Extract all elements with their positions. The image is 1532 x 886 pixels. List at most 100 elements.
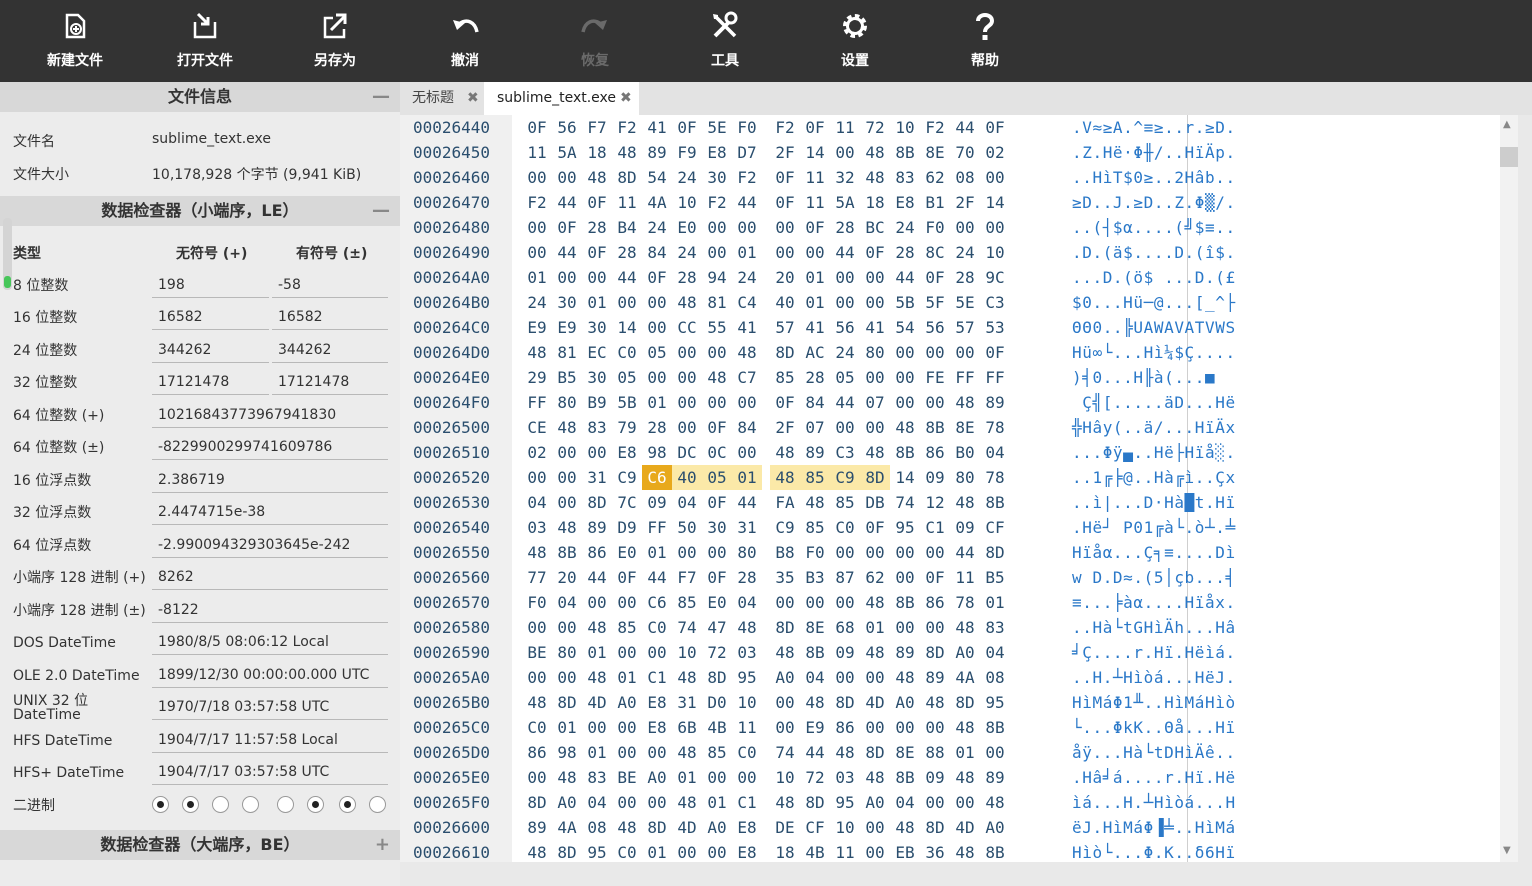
hex-byte[interactable]: 40: [672, 465, 702, 490]
hex-byte[interactable]: 00: [890, 540, 920, 565]
hex-byte[interactable]: B1: [920, 190, 950, 215]
hex-byte[interactable]: 48: [950, 765, 980, 790]
hex-byte[interactable]: 8B: [980, 715, 1010, 740]
hex-byte[interactable]: 10: [732, 690, 762, 715]
hex-byte[interactable]: BE: [612, 765, 642, 790]
hex-byte[interactable]: 00: [770, 240, 800, 265]
collapse-icon[interactable]: —: [372, 196, 390, 226]
hex-byte[interactable]: 01: [980, 590, 1010, 615]
hex-byte[interactable]: 01: [732, 240, 762, 265]
hex-byte[interactable]: 48: [860, 765, 890, 790]
hex-byte[interactable]: 56: [552, 115, 582, 140]
hex-byte[interactable]: 03: [830, 765, 860, 790]
hex-byte[interactable]: 00: [860, 815, 890, 840]
bit-radio[interactable]: [369, 796, 386, 813]
bit-radio[interactable]: [152, 796, 169, 813]
hex-byte[interactable]: 00: [552, 615, 582, 640]
hex-byte[interactable]: 03: [732, 640, 762, 665]
hex-byte[interactable]: B9: [582, 390, 612, 415]
hex-byte[interactable]: 28: [672, 265, 702, 290]
hex-byte[interactable]: 04: [890, 790, 920, 815]
hex-byte[interactable]: 44: [830, 390, 860, 415]
hex-row[interactable]: 00026450 11 5A 18 48 89 F9 E8 D7 2F 14 00 48 8B 8E 70 02…: [400, 140, 1518, 165]
hex-byte[interactable]: 00: [890, 715, 920, 740]
value-field[interactable]: 1899/12/30 00:00:00.000 UTC: [152, 660, 388, 688]
hex-byte[interactable]: 8D: [582, 490, 612, 515]
hex-byte[interactable]: C9: [770, 515, 800, 540]
hex-byte[interactable]: F0: [800, 540, 830, 565]
hex-byte[interactable]: 05: [702, 465, 732, 490]
hex-byte[interactable]: 00: [860, 365, 890, 390]
hex-byte[interactable]: 77: [522, 565, 552, 590]
hex-byte[interactable]: 00: [522, 215, 552, 240]
hex-byte[interactable]: E8: [612, 440, 642, 465]
hex-byte[interactable]: 5B: [890, 290, 920, 315]
hex-byte[interactable]: 81: [552, 340, 582, 365]
ascii-text[interactable]: Ç╣[.....äD...Hë: [1072, 390, 1236, 415]
hex-byte[interactable]: 00: [732, 390, 762, 415]
hex-byte[interactable]: 09: [950, 515, 980, 540]
hex-byte[interactable]: 7C: [612, 490, 642, 515]
hex-byte[interactable]: 31: [582, 465, 612, 490]
hex-byte[interactable]: 00: [672, 340, 702, 365]
hex-byte[interactable]: 10: [672, 640, 702, 665]
hex-byte[interactable]: 00: [642, 290, 672, 315]
hex-byte[interactable]: 04: [980, 640, 1010, 665]
hex-byte[interactable]: 00: [522, 165, 552, 190]
hex-byte[interactable]: 14: [980, 190, 1010, 215]
hex-byte[interactable]: 8E: [950, 415, 980, 440]
hex-byte[interactable]: 00: [612, 715, 642, 740]
hex-byte[interactable]: 00: [860, 540, 890, 565]
hex-byte[interactable]: E8: [732, 815, 762, 840]
hex-row[interactable]: 000265C0 C0 01 00 00 E8 6B 4B 11 00 E9 86 00 00 00 48 8B…: [400, 715, 1518, 740]
ascii-text[interactable]: .V≈≥A.^≡≥..r.≥D.: [1072, 115, 1236, 140]
hex-byte[interactable]: 00: [732, 440, 762, 465]
hex-byte[interactable]: 68: [830, 615, 860, 640]
hex-byte[interactable]: 08: [980, 665, 1010, 690]
hex-byte[interactable]: DC: [672, 440, 702, 465]
hex-byte[interactable]: 94: [702, 265, 732, 290]
ascii-text[interactable]: ..1╔╞@..Hà╔ì..Çx: [1072, 465, 1236, 490]
ascii-text[interactable]: Hïåα...Ç╕≡....Dì: [1072, 540, 1236, 565]
ascii-text[interactable]: .Hâ╛á....r.Hï.Hë: [1072, 765, 1236, 790]
unsigned-value[interactable]: 17121478: [152, 367, 269, 395]
hex-byte[interactable]: 0F: [800, 215, 830, 240]
hex-byte[interactable]: 0F: [642, 265, 672, 290]
hex-byte[interactable]: 80: [860, 340, 890, 365]
hex-byte[interactable]: 03: [522, 515, 552, 540]
hex-byte[interactable]: 48: [552, 415, 582, 440]
hex-byte[interactable]: 95: [732, 665, 762, 690]
hex-byte[interactable]: A0: [860, 790, 890, 815]
ascii-text[interactable]: ..HìT$0≥..2Hâb..: [1072, 165, 1236, 190]
hex-byte[interactable]: 00: [672, 540, 702, 565]
hex-byte[interactable]: 48: [950, 615, 980, 640]
hex-byte[interactable]: 00: [522, 665, 552, 690]
hex-byte[interactable]: 48: [860, 440, 890, 465]
unsigned-value[interactable]: 16582: [152, 302, 269, 330]
hex-byte[interactable]: F0: [920, 215, 950, 240]
hex-byte[interactable]: 48: [672, 790, 702, 815]
hex-byte[interactable]: 00: [800, 240, 830, 265]
hex-byte[interactable]: 00: [890, 390, 920, 415]
hex-byte[interactable]: 48: [830, 740, 860, 765]
hex-byte[interactable]: 0F: [920, 565, 950, 590]
hex-byte[interactable]: 8B: [890, 590, 920, 615]
hex-byte[interactable]: 48: [552, 515, 582, 540]
hex-byte[interactable]: 11: [950, 565, 980, 590]
settings-button[interactable]: 设置: [790, 0, 920, 82]
hex-byte[interactable]: 00: [890, 365, 920, 390]
hex-byte[interactable]: 5E: [702, 115, 732, 140]
hex-byte[interactable]: E0: [672, 215, 702, 240]
hex-byte[interactable]: 10: [890, 115, 920, 140]
hex-byte[interactable]: 74: [770, 740, 800, 765]
hex-row[interactable]: 00026470 F2 44 0F 11 4A 10 F2 44 0F 11 5A 18 E8 B1 2F 14…: [400, 190, 1518, 215]
hex-byte[interactable]: C0: [642, 615, 672, 640]
ascii-text[interactable]: ≥D..J.≥D..Z.Φ▒/.: [1072, 190, 1236, 215]
hex-byte[interactable]: 48: [702, 365, 732, 390]
hex-byte[interactable]: 84: [642, 240, 672, 265]
hex-row[interactable]: 000265D0 86 98 01 00 00 48 85 C0 74 44 48 8D 8E 88 01 00…: [400, 740, 1518, 765]
hex-byte[interactable]: B5: [980, 565, 1010, 590]
hex-byte[interactable]: 84: [800, 390, 830, 415]
hex-byte[interactable]: 10: [770, 765, 800, 790]
hex-byte[interactable]: 95: [980, 690, 1010, 715]
